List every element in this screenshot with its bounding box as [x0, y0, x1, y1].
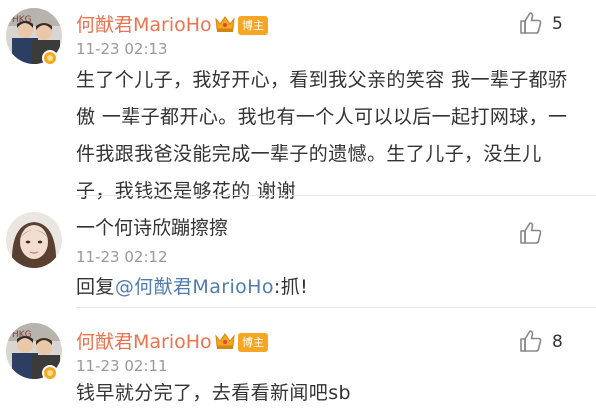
thumbs-up-icon — [520, 222, 542, 244]
like-button[interactable] — [518, 220, 584, 250]
mention-link[interactable]: @何猷君MarioHo — [115, 276, 274, 298]
avatar[interactable] — [6, 212, 62, 268]
comment-text: 回复@何猷君MarioHo:抓! — [76, 269, 576, 306]
commenter-name[interactable]: 何猷君MarioHo — [76, 330, 212, 354]
comment-item: HKG 何猷君MarioHo 博主 11-23 02:13 5 生了个儿子，我好… — [0, 0, 596, 202]
comment-item: 一个何诗欣蹦擦擦 11-23 02:12 回复@何猷君MarioHo:抓! — [0, 196, 596, 308]
comment-text: 钱早就分完了，去看看新闻吧sb — [76, 382, 351, 404]
comment-item: HKG 何猷君MarioHo 博主 11-23 02:11 8 钱早就分完了，去… — [0, 308, 596, 415]
verified-badge-icon — [42, 50, 58, 66]
crown-icon — [214, 14, 236, 37]
reply-text: :抓! — [273, 276, 309, 298]
thumbs-up-icon — [520, 12, 542, 34]
timestamp: 11-23 02:13 — [76, 40, 168, 58]
author-badge: 博主 — [238, 333, 268, 352]
commenter-name[interactable]: 何猷君MarioHo — [76, 13, 212, 37]
crown-icon — [214, 331, 236, 354]
reply-prefix: 回复 — [76, 276, 115, 298]
like-count: 8 — [552, 332, 563, 352]
like-button[interactable]: 8 — [518, 328, 584, 358]
comment-text: 生了个儿子，我好开心，看到我父亲的笑容 我一辈子都骄傲 一辈子都开心。我也有一个… — [76, 69, 568, 202]
author-badge: 博主 — [238, 16, 268, 35]
commenter-name[interactable]: 一个何诗欣蹦擦擦 — [76, 216, 228, 240]
like-count: 5 — [552, 14, 563, 34]
comment-list: HKG 何猷君MarioHo 博主 11-23 02:13 5 生了个儿子，我好… — [0, 0, 596, 415]
timestamp: 11-23 02:11 — [76, 357, 168, 375]
timestamp: 11-23 02:12 — [76, 248, 168, 266]
verified-badge-icon — [42, 365, 58, 381]
thumbs-up-icon — [520, 330, 542, 352]
like-button[interactable]: 5 — [518, 10, 584, 40]
